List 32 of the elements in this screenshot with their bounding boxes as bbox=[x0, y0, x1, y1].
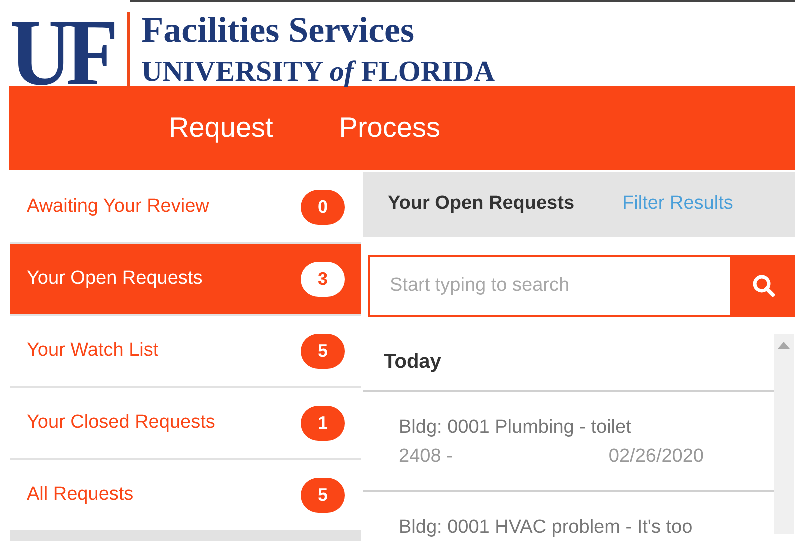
filter-results-link[interactable]: Filter Results bbox=[622, 190, 734, 219]
count-badge: 5 bbox=[301, 334, 345, 368]
nav-link[interactable]: Process bbox=[329, 107, 450, 149]
sidebar-item-label: All Requests bbox=[27, 482, 134, 507]
request-date: 02/26/2020 bbox=[608, 445, 704, 469]
panel-title: Your Open Requests bbox=[388, 192, 575, 216]
sidebar-item-label: Your Open Requests bbox=[27, 266, 203, 291]
sidebar-item[interactable]: Your Open Requests 3 bbox=[10, 244, 361, 314]
count-badge: 5 bbox=[301, 478, 345, 512]
search-button[interactable] bbox=[732, 255, 795, 317]
search-field[interactable]: Start typing to search bbox=[368, 255, 732, 317]
sidebar-item-label: Awaiting Your Review bbox=[27, 194, 210, 219]
sidebar-item[interactable]: All Requests 5 bbox=[10, 460, 361, 530]
group-heading: Today bbox=[384, 350, 442, 375]
search-icon bbox=[752, 274, 776, 298]
sidebar-item-label: Your Closed Requests bbox=[27, 410, 216, 435]
request-title: Bldg: 0001 Plumbing - toilet bbox=[399, 416, 632, 440]
sidebar-item-label: Your Watch List bbox=[27, 338, 159, 363]
logo-subtitle: UNIVERSITY of FLORIDA bbox=[142, 56, 496, 88]
request-title: Bldg: 0001 HVAC problem - It's too bbox=[399, 516, 694, 540]
logo-mark: UF bbox=[10, 12, 113, 94]
scrollbar[interactable] bbox=[774, 334, 794, 534]
sidebar-item[interactable]: Awaiting Your Review 0 bbox=[10, 172, 361, 242]
count-badge: 3 bbox=[301, 262, 345, 296]
nav-link[interactable]: Request bbox=[159, 107, 284, 149]
scroll-up-icon[interactable] bbox=[778, 342, 790, 349]
request-number: 2408 - bbox=[399, 445, 453, 469]
count-badge: 1 bbox=[301, 406, 345, 440]
sidebar-item[interactable]: Your Watch List 5 bbox=[10, 316, 361, 386]
sidebar-item[interactable]: Your Closed Requests 1 bbox=[10, 388, 361, 458]
count-badge: 0 bbox=[301, 190, 345, 224]
logo-title: Facilities Services bbox=[142, 12, 416, 48]
